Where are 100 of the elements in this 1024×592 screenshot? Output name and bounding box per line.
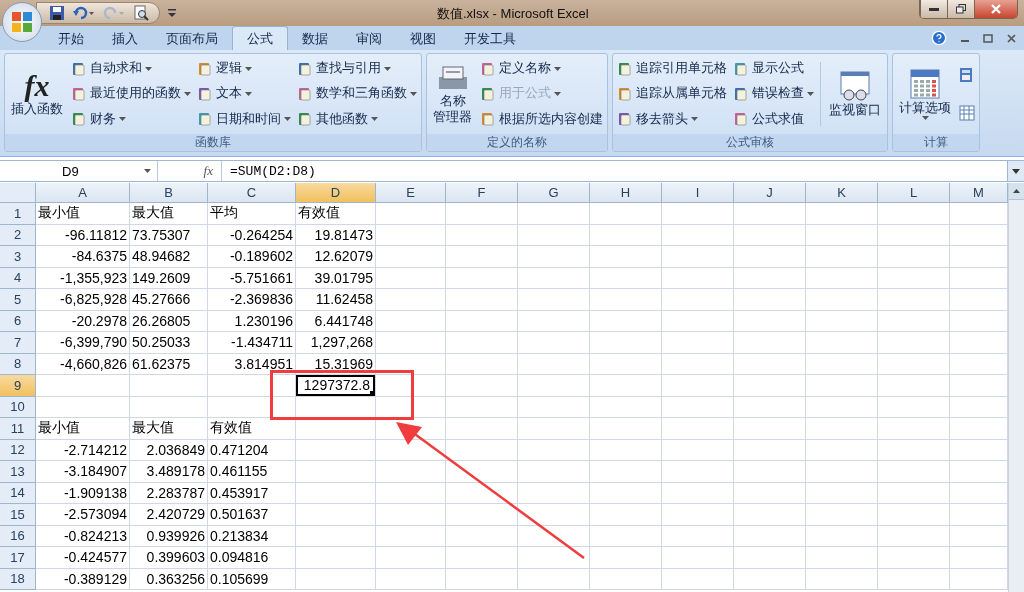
row-header[interactable]: 3 [0,246,36,268]
column-header[interactable]: K [806,183,878,203]
table-cell [806,375,878,397]
column-header[interactable]: G [518,183,590,203]
name-box[interactable]: D9 [0,161,158,181]
table-cell: -6,399,790 [36,332,130,354]
ribbon-command[interactable]: 追踪从属单元格 [617,85,727,103]
row-header[interactable]: 6 [0,310,36,332]
save-icon[interactable] [49,5,65,21]
row-header[interactable]: 2 [0,224,36,246]
ribbon-command[interactable]: 根据所选内容创建 [480,110,603,128]
column-header[interactable]: D [296,183,376,203]
row-header[interactable]: 10 [0,396,36,418]
ribbon-command[interactable]: 公式求值 [733,110,814,128]
row-header[interactable]: 11 [0,418,36,440]
column-header[interactable]: A [36,183,130,203]
customize-menu-icon[interactable] [168,8,176,18]
row-header[interactable]: 18 [0,568,36,590]
ribbon-tab[interactable]: 开始 [44,28,98,50]
ribbon-command[interactable]: 日期和时间 [197,110,291,128]
table-cell [518,246,590,268]
column-header[interactable]: B [130,183,208,203]
table-cell [446,525,518,547]
column-header[interactable]: E [376,183,446,203]
table-cell [878,547,950,569]
ribbon-tab[interactable]: 开发工具 [450,28,530,50]
table-cell: 0.939926 [130,525,208,547]
table-cell [734,482,806,504]
scroll-up-button[interactable] [1009,183,1024,200]
restore-button[interactable] [947,0,974,18]
expand-button[interactable] [1007,161,1024,181]
ribbon-command[interactable]: 显示公式 [733,60,814,78]
ribbon-button[interactable]: fx 插入函数 [9,56,65,132]
column-header[interactable]: H [590,183,662,203]
column-header[interactable]: M [950,183,1008,203]
row-header[interactable]: 12 [0,439,36,461]
ribbon-command[interactable]: 文本 [197,85,291,103]
ribbon-button[interactable]: 名称 管理器 [431,56,474,132]
ribbon-command[interactable]: 移去箭头 [617,110,727,128]
table-cell [590,482,662,504]
ribbon-tab[interactable]: 公式 [232,26,288,50]
column-header[interactable]: I [662,183,734,203]
row-header[interactable]: 1 [0,203,36,225]
ribbon-button[interactable]: 监视窗口 [827,56,883,132]
row-header[interactable]: 5 [0,289,36,311]
ribbon-tab[interactable]: 视图 [396,28,450,50]
minimize-button[interactable] [920,0,947,18]
undo-icon[interactable] [73,5,95,21]
column-header[interactable]: F [446,183,518,203]
row-header[interactable]: 4 [0,267,36,289]
table-cell [446,482,518,504]
table-cell: -1.909138 [36,482,130,504]
ribbon-command[interactable]: 错误检查 [733,85,814,103]
ribbon-command[interactable]: 自动求和 [71,60,191,78]
close-icon[interactable] [1007,33,1016,43]
vertical-scrollbar[interactable] [1008,183,1024,592]
row-header[interactable]: 15 [0,504,36,526]
close-button[interactable] [974,0,1017,18]
ribbon-command[interactable]: 逻辑 [197,60,291,78]
ribbon-command[interactable]: 数学和三角函数 [297,85,417,103]
column-header[interactable]: J [734,183,806,203]
row-header[interactable]: 17 [0,547,36,569]
restore-icon[interactable] [983,33,993,43]
book-icon [480,60,496,77]
ribbon-command[interactable]: 其他函数 [297,110,417,128]
row-header[interactable]: 13 [0,461,36,483]
ribbon-tab[interactable]: 数据 [288,28,342,50]
fill-handle[interactable] [370,390,375,396]
table-cell [590,418,662,440]
row-header[interactable]: 7 [0,332,36,354]
sheet-calculate-icon[interactable] [959,105,975,121]
ribbon-command[interactable]: 最近使用的函数 [71,85,191,103]
ribbon-command[interactable]: 财务 [71,110,191,128]
table-cell [518,418,590,440]
caret-icon [144,169,151,173]
column-header[interactable]: C [208,183,296,203]
table-cell: 3.489178 [130,461,208,483]
ribbon-tab[interactable]: 插入 [98,28,152,50]
table-cell [806,203,878,225]
ribbon-button[interactable]: 计算选项 [897,56,953,132]
ribbon-command[interactable]: 定义名称 [480,60,603,78]
ribbon-command[interactable]: 查找与引用 [297,60,417,78]
insert-function-button[interactable]: fx [158,161,222,181]
row-header[interactable]: 14 [0,482,36,504]
table-cell [376,332,446,354]
table-cell [518,353,590,375]
ribbon-tab[interactable]: 审阅 [342,28,396,50]
row-header[interactable]: 8 [0,353,36,375]
table-cell [662,547,734,569]
row-header[interactable]: 16 [0,525,36,547]
table-cell [376,203,446,225]
column-header[interactable]: L [878,183,950,203]
calculator-icon[interactable] [959,67,973,83]
help-icon[interactable] [931,30,947,46]
table-cell [878,353,950,375]
formula-field[interactable]: =SUM(D2:D8) [222,163,1007,179]
print-preview-icon[interactable] [133,5,149,21]
ribbon-tab[interactable]: 页面布局 [152,28,232,50]
row-header[interactable]: 9 [0,375,36,397]
ribbon-command[interactable]: 追踪引用单元格 [617,60,727,78]
